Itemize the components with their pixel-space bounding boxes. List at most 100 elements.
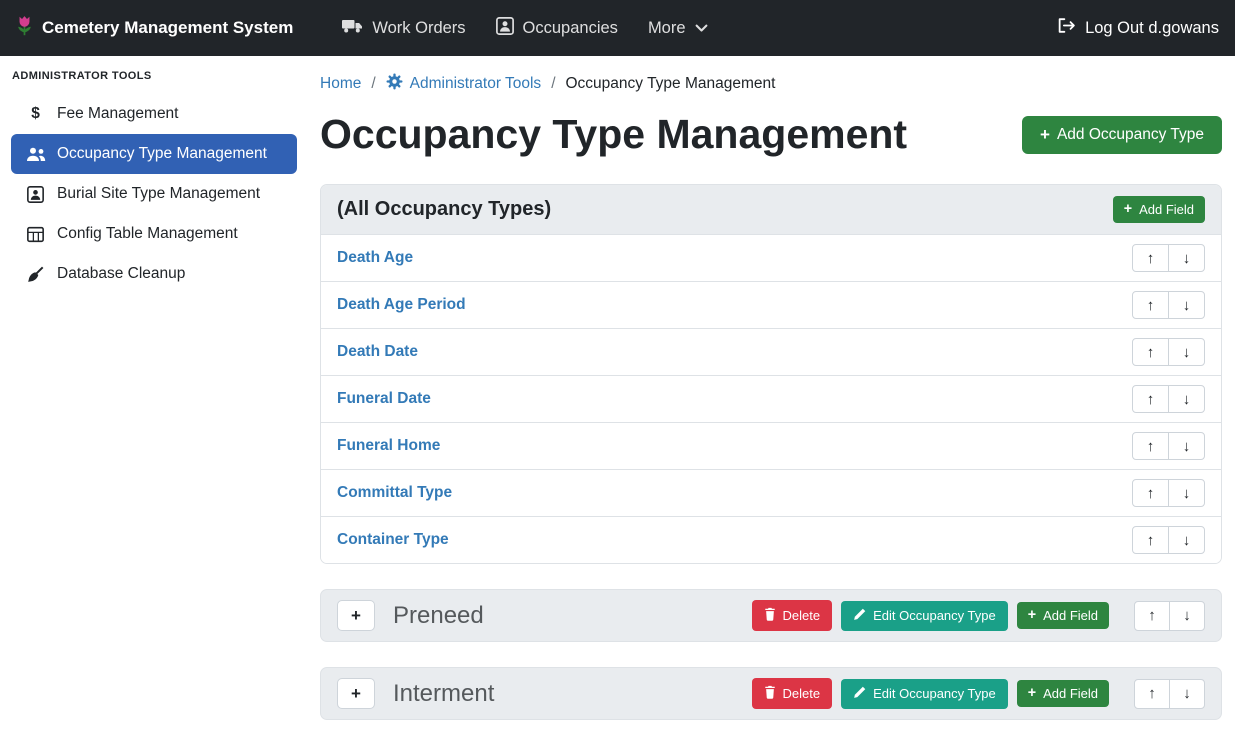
all-occupancy-types-card: (All Occupancy Types) + Add Field Death … (320, 184, 1222, 564)
move-down-button[interactable]: ↓ (1168, 526, 1205, 554)
logout-link[interactable]: Log Out d.gowans (1057, 17, 1219, 39)
button-label: Edit Occupancy Type (873, 608, 996, 623)
nav-occupancies[interactable]: Occupancies (481, 9, 633, 48)
breadcrumb-label: Home (320, 75, 361, 93)
app-brand[interactable]: Cemetery Management System (16, 13, 293, 44)
move-up-button[interactable]: ↑ (1132, 385, 1169, 413)
move-up-button[interactable]: ↑ (1134, 679, 1170, 709)
nav-more[interactable]: More (633, 11, 723, 46)
move-up-button[interactable]: ↑ (1132, 479, 1169, 507)
add-field-button[interactable]: + Add Field (1017, 602, 1109, 629)
move-down-button[interactable]: ↓ (1168, 385, 1205, 413)
edit-occupancy-type-button[interactable]: Edit Occupancy Type (841, 601, 1008, 631)
edit-occupancy-type-button[interactable]: Edit Occupancy Type (841, 679, 1008, 709)
field-link-death-age-period[interactable]: Death Age Period (337, 296, 466, 314)
truck-icon (342, 17, 363, 39)
sidebar-item-label: Fee Management (57, 105, 179, 123)
sidebar-item-fee-management[interactable]: $ Fee Management (11, 94, 297, 134)
move-up-button[interactable]: ↑ (1134, 601, 1170, 631)
expand-button[interactable]: + (337, 600, 375, 631)
sidebar-item-label: Burial Site Type Management (57, 185, 260, 203)
person-frame-icon (496, 17, 514, 40)
nav-work-orders[interactable]: Work Orders (327, 9, 480, 47)
sidebar: ADMINISTRATOR TOOLS $ Fee Management Occ… (0, 56, 308, 738)
logout-label: Log Out d.gowans (1085, 19, 1219, 38)
move-up-button[interactable]: ↑ (1132, 338, 1169, 366)
expand-button[interactable]: + (337, 678, 375, 709)
field-link-container-type[interactable]: Container Type (337, 531, 449, 549)
field-link-death-age[interactable]: Death Age (337, 249, 413, 267)
button-label: Delete (783, 686, 821, 701)
arrow-down-icon: ↓ (1183, 532, 1191, 549)
trash-icon (764, 685, 776, 702)
field-link-funeral-home[interactable]: Funeral Home (337, 437, 440, 455)
chevron-down-icon (695, 19, 708, 38)
move-down-button[interactable]: ↓ (1169, 679, 1205, 709)
top-navbar: Cemetery Management System Work Orders (0, 0, 1235, 56)
plus-icon: + (351, 684, 361, 704)
page-title: Occupancy Type Management (320, 111, 907, 158)
pencil-icon (853, 608, 866, 624)
breadcrumb-separator: / (371, 75, 375, 93)
arrow-up-icon: ↑ (1147, 250, 1155, 267)
plus-icon: + (1028, 686, 1036, 700)
arrow-up-icon: ↑ (1147, 532, 1155, 549)
field-row: Death Age Period ↑ ↓ (321, 282, 1221, 329)
field-row: Committal Type ↑ ↓ (321, 470, 1221, 517)
dollar-icon: $ (25, 105, 46, 123)
occupancy-type-section-preneed: + Preneed Delete (320, 589, 1222, 642)
sidebar-item-occupancy-type-management[interactable]: Occupancy Type Management (11, 134, 297, 174)
move-down-button[interactable]: ↓ (1169, 601, 1205, 631)
arrow-down-icon: ↓ (1183, 485, 1191, 502)
person-frame-icon (25, 186, 46, 203)
add-field-button[interactable]: + Add Field (1017, 680, 1109, 707)
field-row: Funeral Date ↑ ↓ (321, 376, 1221, 423)
delete-button[interactable]: Delete (752, 600, 833, 631)
flower-logo-icon (16, 13, 33, 44)
field-row: Container Type ↑ ↓ (321, 517, 1221, 563)
trash-icon (764, 607, 776, 624)
table-icon (25, 226, 46, 243)
move-down-button[interactable]: ↓ (1168, 432, 1205, 460)
reorder-button-group: ↑ ↓ (1132, 479, 1205, 507)
field-link-committal-type[interactable]: Committal Type (337, 484, 452, 502)
field-link-funeral-date[interactable]: Funeral Date (337, 390, 431, 408)
move-down-button[interactable]: ↓ (1168, 291, 1205, 319)
move-down-button[interactable]: ↓ (1168, 244, 1205, 272)
move-up-button[interactable]: ↑ (1132, 291, 1169, 319)
section-actions: Delete Edit Occupancy Type + Add Field (752, 678, 1205, 709)
field-link-death-date[interactable]: Death Date (337, 343, 418, 361)
arrow-down-icon: ↓ (1183, 607, 1191, 624)
move-down-button[interactable]: ↓ (1168, 338, 1205, 366)
sidebar-item-config-table-management[interactable]: Config Table Management (11, 214, 297, 254)
add-occupancy-type-button[interactable]: + Add Occupancy Type (1022, 116, 1222, 154)
sidebar-heading: ADMINISTRATOR TOOLS (0, 60, 308, 94)
sidebar-item-burial-site-type-management[interactable]: Burial Site Type Management (11, 174, 297, 214)
move-up-button[interactable]: ↑ (1132, 244, 1169, 272)
arrow-down-icon: ↓ (1183, 297, 1191, 314)
button-label: Add Field (1043, 686, 1098, 701)
arrow-up-icon: ↑ (1147, 485, 1155, 502)
button-label: Add Occupancy Type (1057, 126, 1204, 144)
breadcrumb-current: Occupancy Type Management (566, 75, 776, 93)
add-field-button[interactable]: + Add Field (1113, 196, 1205, 223)
sidebar-item-database-cleanup[interactable]: Database Cleanup (11, 254, 297, 294)
move-down-button[interactable]: ↓ (1168, 479, 1205, 507)
arrow-up-icon: ↑ (1147, 391, 1155, 408)
breadcrumb-admin-tools-link[interactable]: Administrator Tools (386, 73, 542, 95)
button-label: Add Field (1043, 608, 1098, 623)
reorder-button-group: ↑ ↓ (1134, 679, 1205, 709)
move-up-button[interactable]: ↑ (1132, 526, 1169, 554)
reorder-button-group: ↑ ↓ (1132, 432, 1205, 460)
sidebar-item-label: Config Table Management (57, 225, 238, 243)
move-up-button[interactable]: ↑ (1132, 432, 1169, 460)
delete-button[interactable]: Delete (752, 678, 833, 709)
breadcrumb-home-link[interactable]: Home (320, 75, 361, 93)
card-header: (All Occupancy Types) + Add Field (321, 185, 1221, 235)
sidebar-item-label: Database Cleanup (57, 265, 185, 283)
arrow-down-icon: ↓ (1183, 685, 1191, 702)
reorder-button-group: ↑ ↓ (1132, 291, 1205, 319)
plus-icon: + (1028, 608, 1036, 622)
pencil-icon (853, 686, 866, 702)
gear-icon (386, 73, 403, 95)
